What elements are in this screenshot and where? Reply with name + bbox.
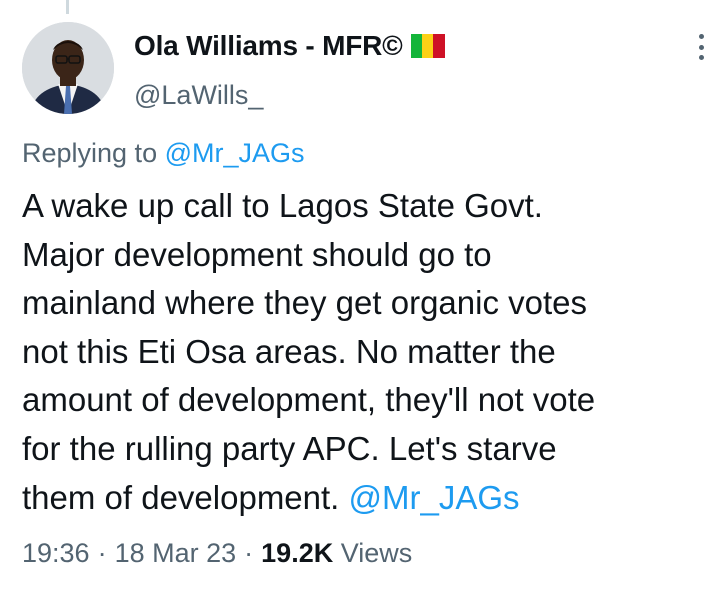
flag-stripe-yellow	[421, 34, 434, 58]
meta-separator: ·	[244, 538, 254, 568]
tweet: Ola Williams - MFR© @LaWills_ Replying t…	[0, 0, 724, 593]
views-count: 19.2K	[261, 538, 334, 568]
flag-stripe-red	[433, 34, 445, 58]
thread-connector-line	[66, 0, 69, 14]
author-handle[interactable]: @LaWills_	[134, 80, 263, 111]
tweet-meta: 19:36 · 18 Mar 23 · 19.2K Views	[22, 538, 412, 569]
replying-to-mention-link[interactable]: @Mr_JAGs	[165, 138, 305, 168]
more-dot	[698, 34, 704, 39]
avatar[interactable]	[22, 22, 114, 114]
tweet-mention-link[interactable]: @Mr_JAGs	[349, 479, 520, 516]
flag-stripe-green	[410, 34, 422, 58]
avatar-image	[22, 22, 114, 114]
tweet-date[interactable]: 18 Mar 23	[115, 538, 237, 569]
views-label: Views	[340, 538, 413, 568]
views[interactable]: 19.2K Views	[261, 538, 412, 569]
tweet-body-text: A wake up call to Lagos State Govt. Majo…	[22, 187, 596, 516]
meta-separator: ·	[97, 538, 107, 568]
replying-to-prefix: Replying to	[22, 138, 165, 168]
author-display-name[interactable]: Ola Williams - MFR©	[134, 30, 403, 62]
tweet-text: A wake up call to Lagos State Govt. Majo…	[22, 182, 722, 522]
tweet-time[interactable]: 19:36	[22, 538, 90, 569]
more-dot	[698, 44, 704, 50]
replying-to: Replying to @Mr_JAGs	[22, 138, 305, 169]
more-dot	[698, 55, 704, 60]
more-vertical-icon[interactable]	[688, 34, 714, 60]
mali-flag-emoji	[410, 34, 445, 58]
author-name-row[interactable]: Ola Williams - MFR©	[134, 30, 445, 62]
